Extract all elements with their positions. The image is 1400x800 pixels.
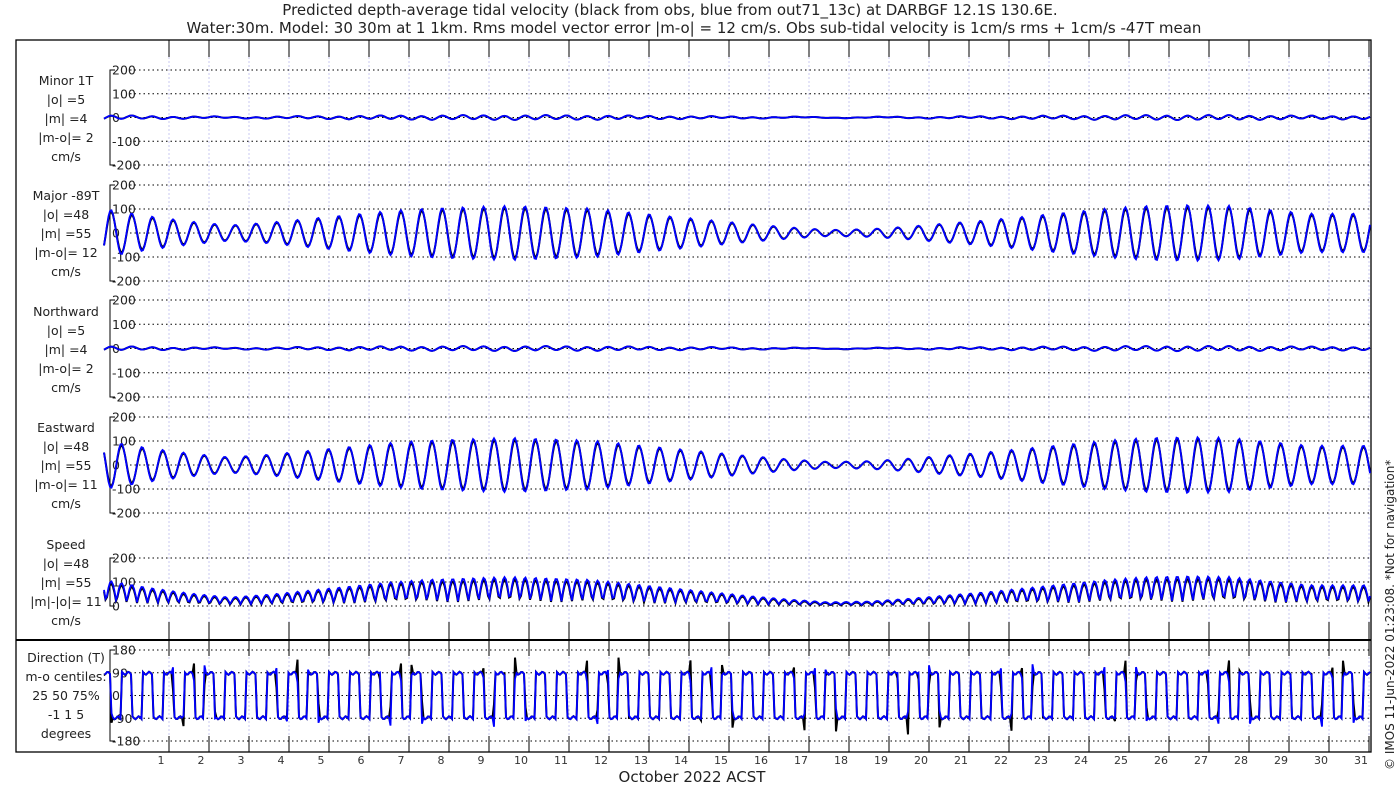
x-tick-label: 10 (514, 754, 528, 767)
series-model-major (103, 203, 1371, 263)
y-tick-label: -200 (112, 506, 140, 521)
y-tick-label: -100 (112, 134, 140, 149)
panel-label-line: |m| =55 (40, 575, 92, 590)
x-tick-label: 3 (238, 754, 245, 767)
x-tick-label: 14 (674, 754, 688, 767)
panel-label-line: degrees (40, 725, 92, 741)
y-tick-label: -100 (112, 250, 140, 265)
panel-label-line: |m| =4 (44, 110, 88, 126)
panel-label-northward: Northward |o| =5 |m| =4 |m-o|= 2 cm/s (16, 302, 116, 397)
y-tick-label: -100 (112, 365, 140, 380)
y-tick-label: -100 (112, 482, 140, 497)
x-tick-label: 1 (158, 754, 165, 767)
x-tick-label: 25 (1114, 754, 1128, 767)
panel-label-line: |m| =4 (44, 341, 88, 357)
panel-label-line: Northward (33, 303, 99, 319)
panel-label-line: cm/s (51, 613, 81, 628)
copyright-notice: © IMOS 11-Jun-2022 01:23:08. *Not for na… (1383, 459, 1397, 770)
x-tick-label: 13 (634, 754, 648, 767)
panel-label-line: |o| =5 (46, 91, 86, 107)
panel-label-line: |m| =55 (40, 458, 92, 473)
y-tick-label: -200 (112, 390, 140, 405)
y-tick-label: -200 (112, 158, 140, 173)
panel-label-minor: Minor 1T |o| =5 |m| =4 |m-o|= 2 cm/s (16, 71, 116, 166)
panel-label-line: |o| =48 (42, 556, 90, 571)
x-tick-label: 24 (1074, 754, 1088, 767)
panel-label-major: Major -89T |o| =48 |m| =55 |m-o|= 12 cm/s (16, 186, 116, 281)
x-tick-label: 5 (318, 754, 325, 767)
x-tick-label: 17 (794, 754, 808, 767)
x-tick-label: 23 (1034, 754, 1048, 767)
panel-label-eastward: Eastward |o| =48 |m| =55 |m-o|= 11 cm/s (16, 418, 116, 513)
panel-label-line: Direction (T) (27, 649, 105, 665)
panel-label-line: m-o centiles: (25, 668, 107, 684)
tidal-velocity-chart: 1 2 3 4 5 6 7 8 9 10 11 12 13 14 15 16 17 18 19 20 21 22 23 24 2… (15, 39, 1372, 767)
panel-label-line: cm/s (51, 148, 81, 164)
y-tick-label: -180 (112, 734, 140, 749)
panel-label-direction: Direction (T) m-o centiles: 25 50 75% -1 1 … (16, 648, 116, 743)
x-tick-label: 12 (594, 754, 608, 767)
x-tick-label: 20 (914, 754, 928, 767)
x-tick-label: 19 (874, 754, 888, 767)
x-tick-label: 28 (1234, 754, 1248, 767)
x-tick-label: 30 (1314, 754, 1328, 767)
x-tick-label: 18 (834, 754, 848, 767)
panel-label-line: |m-o|= 2 (38, 129, 94, 145)
x-tick-label: 29 (1274, 754, 1288, 767)
plot-frame (15, 39, 1372, 753)
panel-label-line: |m-o|= 12 (34, 245, 98, 260)
panel-label-line: 25 50 75% (32, 687, 100, 703)
series-model-direction (103, 664, 1371, 727)
panel-label-line: |m| =55 (40, 226, 92, 241)
panel-label-line: -1 1 5 (47, 706, 85, 722)
x-tick-label: 16 (754, 754, 768, 767)
panel-label-line: Minor 1T (38, 72, 94, 88)
series-model-speed (103, 575, 1371, 607)
panel-label-line: cm/s (51, 264, 81, 279)
x-tick-label: 2 (198, 754, 205, 767)
panel-label-line: |o| =48 (42, 207, 90, 222)
panel-label-line: |o| =48 (42, 439, 90, 454)
x-tick-label: 27 (1194, 754, 1208, 767)
panel-label-line: cm/s (51, 379, 81, 395)
panel-label-line: |m-o|= 11 (34, 477, 98, 492)
x-tick-label: 11 (554, 754, 568, 767)
x-tick-label: 7 (398, 754, 405, 767)
series-model-eastward (103, 435, 1371, 495)
panel-label-speed: Speed |o| =48 |m| =55 |m|-|o|= 11 cm/s (16, 535, 116, 630)
panel-label-line: Major -89T (32, 188, 100, 203)
x-tick-label: 22 (994, 754, 1008, 767)
panel-label-line: |o| =5 (46, 322, 86, 338)
x-tick-label: 9 (478, 754, 485, 767)
panel-label-line: |m|-|o|= 11 (30, 594, 102, 609)
panel-label-line: Eastward (37, 420, 95, 435)
x-tick-label: 8 (438, 754, 445, 767)
x-tick-label: 15 (714, 754, 728, 767)
panel-label-line: Speed (46, 537, 86, 552)
x-tick-label: 26 (1154, 754, 1168, 767)
x-tick-label: 21 (954, 754, 968, 767)
series-obs-direction (103, 657, 1371, 735)
x-axis-label: October 2022 ACST (618, 768, 766, 786)
x-tick-label: 4 (278, 754, 285, 767)
x-tick-label: 6 (358, 754, 365, 767)
panel-label-line: |m-o|= 2 (38, 360, 94, 376)
y-tick-label: -200 (112, 274, 140, 289)
x-tick-label: 31 (1354, 754, 1368, 767)
panel-label-line: cm/s (51, 496, 81, 511)
